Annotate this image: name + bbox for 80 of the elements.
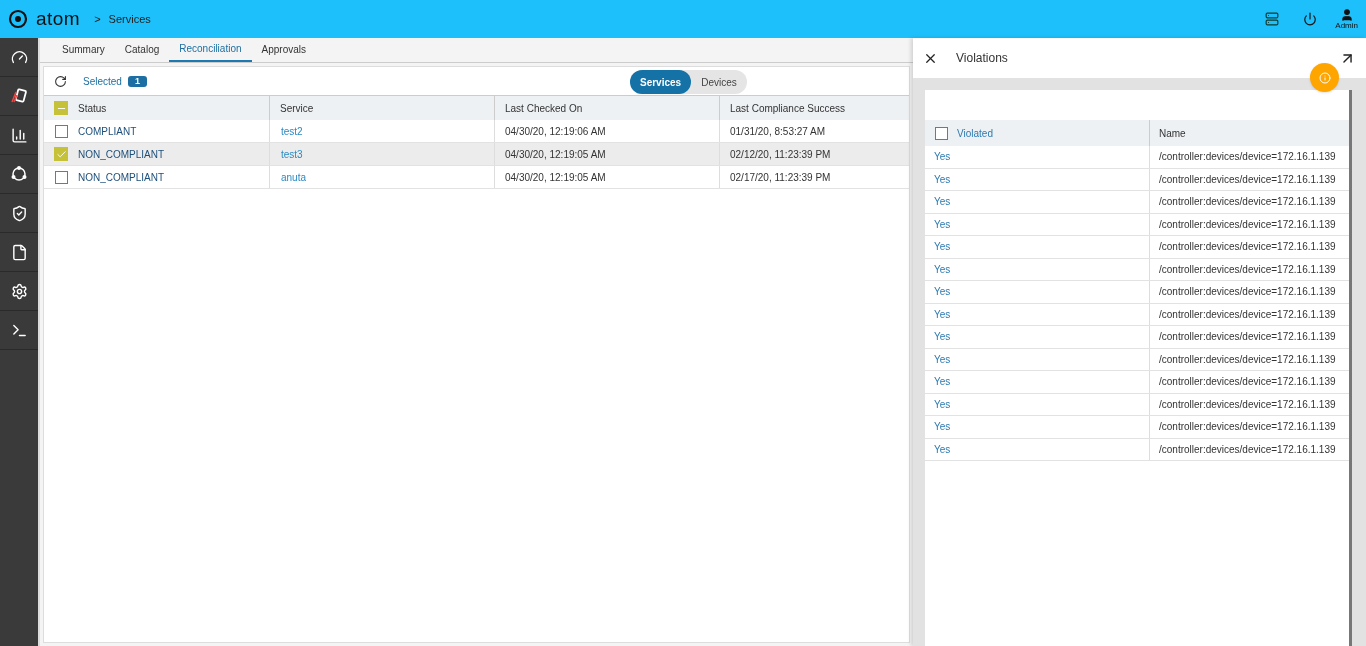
table-cell-text: 04/30/20, 12:19:05 AM <box>505 147 606 162</box>
table-cell-text: /controller:devices/device=172.16.1.139 <box>1159 217 1336 232</box>
bar-chart-icon[interactable] <box>10 126 28 144</box>
table-cell: NON_COMPLIANT <box>78 171 165 183</box>
breadcrumb-separator: > <box>94 11 101 27</box>
shield-check-icon[interactable] <box>10 204 28 222</box>
selected-count: 1 <box>127 75 147 87</box>
user-icon <box>1339 8 1354 22</box>
table-cell-text: /controller:devices/device=172.16.1.139 <box>1159 150 1336 165</box>
table-cell: Yes <box>934 218 951 230</box>
table-cell: COMPLIANT <box>78 125 137 137</box>
cards-icon[interactable] <box>10 87 28 105</box>
tab[interactable]: Summary <box>52 37 115 62</box>
table-cell-text: /controller:devices/device=172.16.1.139 <box>1159 262 1336 277</box>
table-cell: Yes <box>934 443 951 455</box>
column-header[interactable]: Violated <box>957 127 993 139</box>
table-cell-text: 01/31/20, 8:53:27 AM <box>730 124 826 139</box>
toggle-option[interactable]: Services <box>630 70 692 94</box>
table-cell-text: /controller:devices/device=172.16.1.139 <box>1159 375 1336 390</box>
table-cell-text: /controller:devices/device=172.16.1.139 <box>1159 285 1336 300</box>
column-header[interactable]: Last Compliance Success <box>730 100 846 116</box>
table-cell: Yes <box>934 173 951 185</box>
checkbox[interactable] <box>54 101 68 115</box>
column-header[interactable]: Status <box>78 100 107 116</box>
table-cell: Yes <box>934 421 951 433</box>
table-cell: Yes <box>934 331 951 343</box>
column-header[interactable]: Name <box>1159 125 1186 141</box>
toggle-option[interactable]: Devices <box>691 70 747 94</box>
table-cell-text: /controller:devices/device=172.16.1.139 <box>1159 397 1336 412</box>
table-cell-text: /controller:devices/device=172.16.1.139 <box>1159 420 1336 435</box>
table-cell-text: 04/30/20, 12:19:05 AM <box>505 170 606 185</box>
tab[interactable]: Reconciliation <box>169 37 252 62</box>
check-icon <box>55 148 67 160</box>
network-icon[interactable] <box>10 165 28 183</box>
table-cell-text: 02/12/20, 11:23:39 PM <box>730 147 831 162</box>
table-cell-text: /controller:devices/device=172.16.1.139 <box>1159 330 1336 345</box>
table-cell-text: /controller:devices/device=172.16.1.139 <box>1159 352 1336 367</box>
table-cell: Yes <box>934 241 951 253</box>
user-button[interactable]: Admin <box>1335 8 1358 30</box>
checkbox[interactable] <box>54 147 68 161</box>
table-cell-text: /controller:devices/device=172.16.1.139 <box>1159 195 1336 210</box>
server-icon[interactable] <box>1265 12 1280 26</box>
checkbox[interactable] <box>54 124 68 138</box>
panel-title: Violations <box>956 50 1008 67</box>
service-link[interactable]: test2 <box>281 123 303 139</box>
table-cell-text: 02/17/20, 11:23:39 PM <box>730 170 831 185</box>
settings-icon[interactable] <box>10 282 28 300</box>
table-cell-text: /controller:devices/device=172.16.1.139 <box>1159 172 1336 187</box>
table-cell: Yes <box>934 196 951 208</box>
gauge-icon[interactable] <box>10 48 28 66</box>
table-row[interactable]: NON_COMPLIANT test3 04/30/20, 12:19:05 AM 02/12/20, 11:23:39 PM <box>44 143 909 166</box>
checkbox[interactable] <box>934 126 948 140</box>
table-cell: Yes <box>934 286 951 298</box>
refresh-icon[interactable] <box>54 74 67 88</box>
tab[interactable]: Catalog <box>114 37 170 62</box>
table-cell-text: /controller:devices/device=172.16.1.139 <box>1159 442 1336 457</box>
table-cell: Yes <box>934 398 951 410</box>
table-row[interactable]: NON_COMPLIANT anuta 04/30/20, 12:19:05 AM 02/17/20, 11:23:39 PM <box>44 166 909 189</box>
table-cell: Yes <box>934 263 951 275</box>
table-cell: Yes <box>934 151 951 163</box>
table-cell: Yes <box>934 376 951 388</box>
logo-icon <box>8 9 28 29</box>
column-header[interactable]: Last Checked On <box>505 100 583 116</box>
table-row[interactable]: COMPLIANT test2 04/30/20, 12:19:06 AM 01/31/20, 8:53:27 AM <box>44 120 909 143</box>
document-icon[interactable] <box>10 243 28 261</box>
table-cell-text: /controller:devices/device=172.16.1.139 <box>1159 240 1336 255</box>
info-icon <box>1318 71 1331 84</box>
table-cell: NON_COMPLIANT <box>78 148 165 160</box>
logo-text: atom <box>36 6 81 31</box>
column-header[interactable]: Service <box>280 100 314 116</box>
checkbox[interactable] <box>54 170 68 184</box>
breadcrumb[interactable]: Services <box>108 10 151 28</box>
table-cell: Yes <box>934 308 951 320</box>
service-link[interactable]: anuta <box>281 169 307 185</box>
selected-label: Selected <box>83 74 122 89</box>
table-cell-text: 04/30/20, 12:19:06 AM <box>505 124 606 139</box>
table-cell-text: /controller:devices/device=172.16.1.139 <box>1159 307 1336 322</box>
table-cell: Yes <box>934 353 951 365</box>
power-icon[interactable] <box>1303 12 1318 26</box>
tab[interactable]: Approvals <box>251 37 316 62</box>
